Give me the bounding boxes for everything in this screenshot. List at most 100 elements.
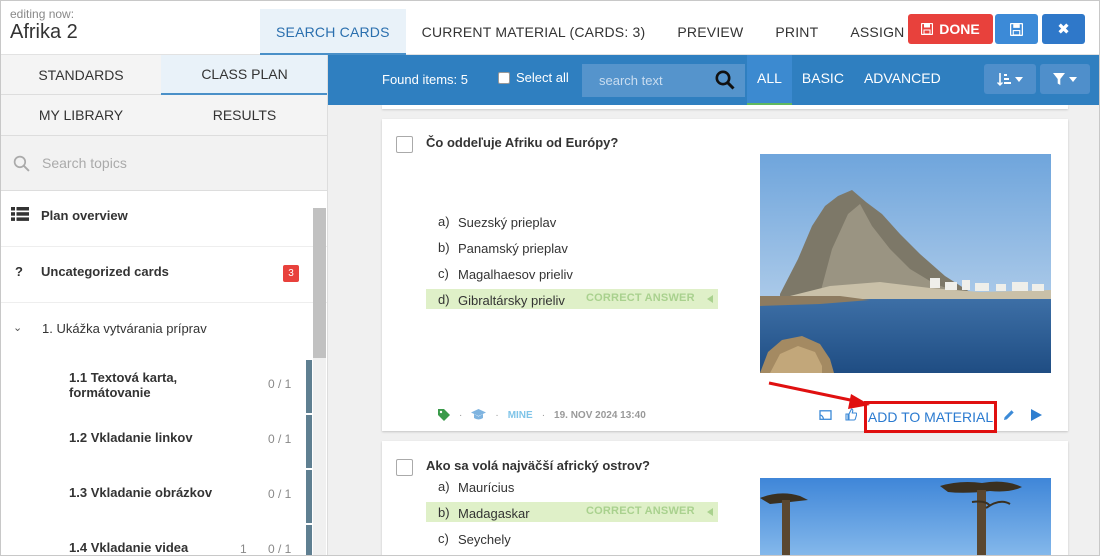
question-text: Ako sa volá najväčší africký ostrov? — [426, 458, 650, 473]
top-header: editing now: Afrika 2 SEARCH CARDS CURRE… — [1, 1, 1099, 55]
topic-search-placeholder: Search topics — [42, 155, 127, 171]
lesson-marker — [306, 470, 312, 523]
filter-button[interactable] — [1040, 64, 1090, 94]
search-toolbar: Found items: 5 Select all ALL BASIC ADVA… — [328, 55, 1099, 105]
lesson-progress: 0 / 1 — [268, 432, 292, 446]
tab-results[interactable]: RESULTS — [161, 95, 327, 136]
editing-label: editing now: — [10, 7, 75, 21]
caret-down-icon — [1015, 76, 1023, 82]
funnel-icon — [1053, 73, 1065, 85]
lesson-title: 1.3 Vkladanie obrázkov — [69, 485, 213, 500]
done-button[interactable]: DONE — [908, 14, 993, 44]
top-nav: SEARCH CARDS CURRENT MATERIAL (CARDS: 3)… — [260, 9, 920, 55]
owner-label: MINE — [507, 409, 533, 421]
answer-option: a) Maurícius — [438, 479, 515, 495]
filter-all[interactable]: ALL — [747, 55, 792, 105]
tab-search-cards[interactable]: SEARCH CARDS — [260, 9, 406, 55]
tab-preview[interactable]: PREVIEW — [661, 9, 759, 55]
list-icon — [11, 207, 29, 221]
question-text: Čo oddeľuje Afriku od Európy? — [426, 135, 619, 150]
search-icon[interactable] — [715, 70, 735, 90]
card-date: 19. NOV 2024 13:40 — [554, 409, 646, 421]
lesson-marker — [306, 525, 312, 555]
close-icon: ✖ — [1057, 21, 1070, 38]
count-badge: 3 — [283, 265, 299, 282]
lesson-progress: 0 / 1 — [268, 377, 292, 391]
tab-print[interactable]: PRINT — [759, 9, 834, 55]
caret-left-icon — [707, 508, 713, 516]
search-icon — [13, 155, 30, 172]
tab-my-library[interactable]: MY LIBRARY — [1, 95, 161, 136]
sidebar-item-lesson[interactable]: 1.2 Vkladanie linkov 0 / 1 — [1, 415, 306, 470]
topic-search[interactable]: Search topics — [1, 136, 327, 191]
lesson-progress: 0 / 1 — [268, 487, 292, 501]
tag-icon[interactable] — [438, 409, 450, 421]
results-pane: Čo oddeľuje Afriku od Európy? a) Suezský … — [328, 105, 1099, 555]
annotation-arrow — [768, 381, 870, 409]
tab-class-plan[interactable]: CLASS PLAN — [161, 55, 327, 95]
caret-left-icon — [707, 295, 713, 303]
question-card: Ako sa volá najväčší africký ostrov? a) M… — [382, 441, 1068, 555]
lesson-extra-count: 1 — [240, 542, 247, 555]
lesson-title: 1.1 Textová karta, formátovanie — [69, 370, 178, 400]
done-label: DONE — [939, 21, 980, 37]
caret-down-icon — [1069, 76, 1077, 82]
sort-button[interactable] — [984, 64, 1036, 94]
filter-advanced[interactable]: ADVANCED — [854, 55, 951, 105]
scrollbar-thumb[interactable] — [313, 208, 326, 358]
graduation-cap-icon[interactable] — [471, 409, 487, 421]
answer-option: c) Magalhaesov prieliv — [438, 266, 573, 282]
left-sidebar: STANDARDS CLASS PLAN MY LIBRARY RESULTS … — [1, 55, 328, 555]
gibraltar-photo — [760, 154, 1051, 373]
sidebar-item-unit[interactable]: ⌄ 1. Ukážka vytvárania príprav — [1, 303, 327, 357]
sort-icon — [997, 73, 1011, 86]
sidebar-item-plan-overview[interactable]: Plan overview — [1, 191, 327, 247]
question-mark-icon: ? — [15, 264, 23, 279]
lesson-progress: 0 / 1 — [268, 542, 292, 555]
chevron-down-icon: ⌄ — [13, 322, 23, 334]
answer-option-correct: d) Gibraltársky prieliv CORRECT ANSWER — [426, 289, 718, 309]
lesson-marker — [306, 360, 312, 413]
sidebar-tabs: STANDARDS CLASS PLAN MY LIBRARY RESULTS — [1, 55, 327, 136]
card-meta: · · MINE · 19. NOV 2024 13:40 — [438, 409, 646, 421]
play-icon[interactable] — [1031, 409, 1042, 421]
sidebar-item-lesson[interactable]: 1.4 Vkladanie videa 1 0 / 1 — [1, 525, 306, 555]
answer-option: a) Suezský prieplav — [438, 214, 557, 230]
filter-basic[interactable]: BASIC — [792, 55, 854, 105]
save-button[interactable] — [995, 14, 1038, 44]
select-all-label: Select all — [516, 70, 569, 85]
select-all[interactable]: Select all — [498, 70, 569, 85]
answer-option: c) Seychely — [438, 531, 511, 547]
correct-answer-label: CORRECT ANSWER — [586, 505, 695, 517]
plan-tree: Plan overview ? Uncategorized cards 3 ⌄ … — [1, 191, 327, 357]
answer-option-correct: b) Madagaskar CORRECT ANSWER — [426, 502, 718, 522]
plan-overview-label: Plan overview — [41, 208, 128, 223]
lesson-title: 1.2 Vkladanie linkov — [69, 430, 193, 445]
material-title: Afrika 2 — [10, 21, 78, 43]
sidebar-scrollbar[interactable] — [313, 208, 326, 555]
floppy-icon — [1010, 22, 1023, 36]
tab-standards[interactable]: STANDARDS — [1, 55, 161, 95]
floppy-icon — [921, 23, 934, 35]
sidebar-item-lesson[interactable]: 1.3 Vkladanie obrázkov 0 / 1 — [1, 470, 306, 525]
unit-label: 1. Ukážka vytvárania príprav — [42, 321, 207, 336]
sidebar-item-uncategorized[interactable]: ? Uncategorized cards 3 — [1, 247, 327, 303]
pencil-icon[interactable] — [1003, 409, 1015, 421]
difficulty-filter: ALL BASIC ADVANCED — [747, 55, 951, 105]
card-checkbox[interactable] — [396, 136, 413, 153]
sidebar-item-lesson[interactable]: 1.1 Textová karta, formátovanie 0 / 1 — [1, 360, 306, 415]
add-to-material-button[interactable]: ADD TO MATERIAL — [864, 401, 997, 433]
tab-current-material[interactable]: CURRENT MATERIAL (CARDS: 3) — [406, 9, 662, 55]
baobab-photo — [760, 478, 1051, 555]
answer-option: b) Panamský prieplav — [438, 240, 568, 256]
close-button[interactable]: ✖ — [1042, 14, 1085, 44]
correct-answer-label: CORRECT ANSWER — [586, 292, 695, 304]
lesson-marker — [306, 415, 312, 468]
previous-card-edge — [382, 105, 1068, 109]
select-all-checkbox[interactable] — [498, 71, 510, 84]
card-checkbox[interactable] — [396, 459, 413, 476]
lesson-title: 1.4 Vkladanie videa — [69, 540, 189, 555]
uncategorized-label: Uncategorized cards — [41, 264, 169, 279]
question-card: Čo oddeľuje Afriku od Európy? a) Suezský … — [382, 119, 1068, 433]
found-count: Found items: 5 — [382, 72, 468, 87]
